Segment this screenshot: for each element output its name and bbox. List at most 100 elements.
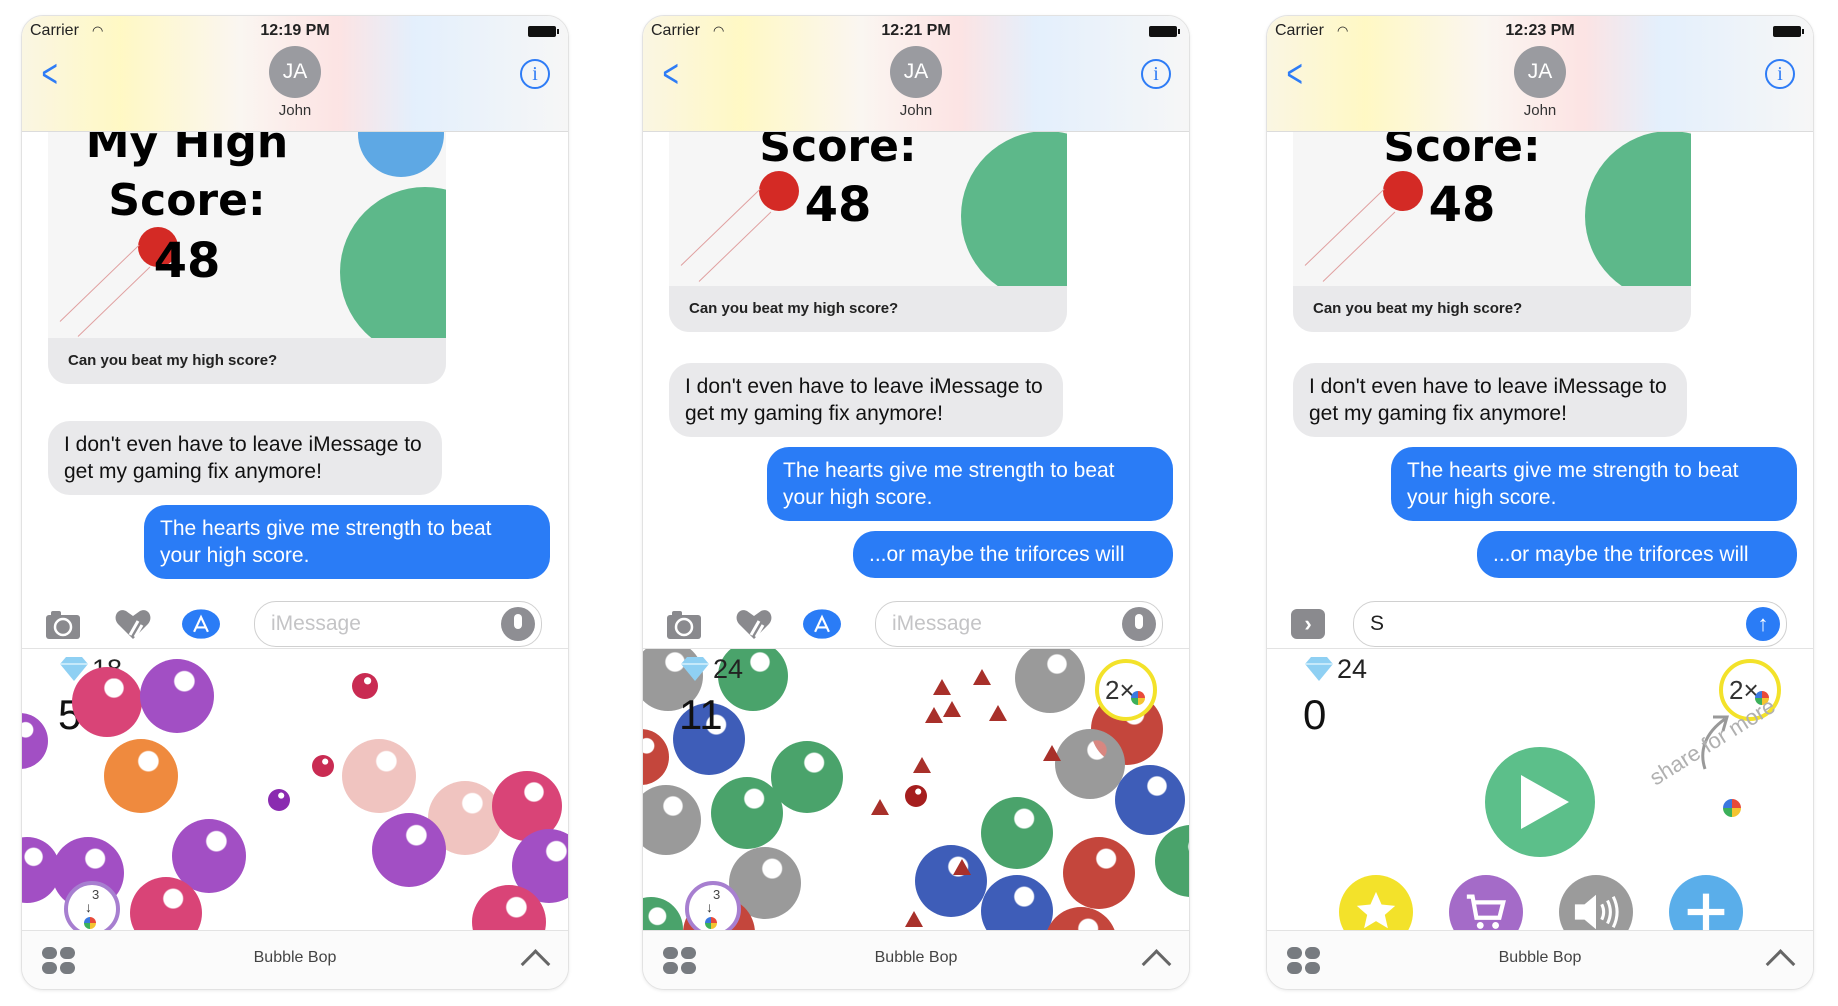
back-button[interactable]: < bbox=[1287, 54, 1303, 94]
camera-icon[interactable] bbox=[665, 607, 703, 641]
game-bubble[interactable] bbox=[140, 659, 214, 733]
received-message: I don't even have to leave iMessage to g… bbox=[48, 421, 442, 495]
imessage-input[interactable]: iMessage bbox=[254, 601, 542, 647]
imessage-placeholder: iMessage bbox=[892, 612, 982, 635]
play-button[interactable] bbox=[1485, 747, 1595, 857]
triforce-piece bbox=[925, 707, 943, 723]
small-dot[interactable] bbox=[352, 673, 378, 699]
app-name-label: Bubble Bop bbox=[874, 949, 958, 966]
app-drawer-bar: Bubble Bop bbox=[1267, 930, 1813, 989]
received-message: I don't even have to leave iMessage to g… bbox=[1293, 363, 1687, 437]
sent-message: ...or maybe the triforces will bbox=[853, 531, 1173, 578]
game-bubble[interactable] bbox=[981, 797, 1053, 869]
game-bubble[interactable] bbox=[1055, 729, 1125, 799]
triforce-piece bbox=[913, 757, 931, 773]
triforce-piece bbox=[905, 911, 923, 927]
game-bubble[interactable] bbox=[643, 729, 669, 785]
plus-icon bbox=[1687, 893, 1725, 931]
triforce-piece bbox=[933, 679, 951, 695]
triforce-piece bbox=[871, 799, 889, 815]
back-button[interactable]: < bbox=[663, 54, 679, 94]
triforce-piece bbox=[1043, 745, 1061, 761]
sent-message: The hearts give me strength to beat your… bbox=[767, 447, 1173, 521]
contact-name[interactable]: John bbox=[1267, 102, 1813, 119]
back-button[interactable]: < bbox=[42, 54, 58, 94]
share-gems-count: 3 bbox=[92, 887, 100, 902]
share-gems-badge[interactable]: 3 ↓ bbox=[685, 881, 741, 937]
share-gems-count: 3 bbox=[713, 887, 721, 902]
high-score-card[interactable]: My High Score: 48 Can you beat my high s… bbox=[48, 131, 446, 384]
camera-icon[interactable] bbox=[44, 607, 82, 641]
imessage-input[interactable]: iMessage bbox=[875, 601, 1163, 647]
status-bar: Carrier ◠ 12:19 PM bbox=[22, 22, 568, 42]
expand-apps-button[interactable]: › bbox=[1291, 609, 1325, 639]
contact-avatar[interactable]: JA bbox=[890, 46, 942, 98]
app-drawer-bar: Bubble Bop bbox=[643, 930, 1189, 989]
game-bubble[interactable] bbox=[22, 713, 48, 769]
game-bubble[interactable] bbox=[72, 667, 142, 737]
small-dot[interactable] bbox=[312, 755, 334, 777]
contact-name[interactable]: John bbox=[643, 102, 1189, 119]
contact-avatar[interactable]: JA bbox=[269, 46, 321, 98]
card-title-line-2: Score: bbox=[108, 175, 266, 226]
message-thread: Score: 48 Can you beat my high score? I … bbox=[643, 131, 1189, 601]
multiplier-label: 2× bbox=[1105, 675, 1135, 705]
compose-toolbar: › S ↑ bbox=[1267, 601, 1813, 649]
multiplier-badge[interactable]: 2× bbox=[1095, 659, 1157, 721]
sent-message: The hearts give me strength to beat your… bbox=[1391, 447, 1797, 521]
sent-message: ...or maybe the triforces will bbox=[1477, 531, 1797, 578]
digital-touch-icon[interactable] bbox=[114, 607, 152, 641]
app-name-label: Bubble Bop bbox=[253, 949, 337, 966]
game-bubble[interactable] bbox=[1063, 837, 1135, 909]
gem-count: 24 bbox=[713, 654, 744, 684]
game-area[interactable]: 24 11 2× 3 ↓ bbox=[643, 648, 1189, 947]
high-score-card[interactable]: Score: 48 Can you beat my high score? bbox=[1293, 131, 1691, 332]
digital-touch-icon[interactable] bbox=[735, 607, 773, 641]
microphone-icon[interactable] bbox=[1122, 607, 1156, 641]
compose-toolbar: iMessage bbox=[643, 601, 1189, 649]
high-score-image: Score: 48 bbox=[1293, 131, 1691, 286]
color-ball-icon bbox=[1723, 799, 1741, 817]
conversation-header: Carrier ◠ 12:21 PM < JA John i bbox=[643, 16, 1189, 132]
play-icon bbox=[1521, 775, 1569, 829]
info-button[interactable]: i bbox=[1141, 59, 1171, 89]
share-gems-badge[interactable]: 3 ↓ bbox=[64, 881, 120, 937]
game-bubble[interactable] bbox=[1115, 765, 1185, 835]
game-bubble[interactable] bbox=[1155, 825, 1189, 897]
app-name-label: Bubble Bop bbox=[1498, 949, 1582, 966]
microphone-icon[interactable] bbox=[501, 607, 535, 641]
contact-name[interactable]: John bbox=[22, 102, 568, 119]
small-dot[interactable] bbox=[905, 785, 927, 807]
send-button[interactable]: ↑ bbox=[1746, 607, 1780, 641]
game-bubble[interactable] bbox=[643, 785, 701, 855]
card-score: 48 bbox=[153, 233, 221, 289]
high-score-image: Score: 48 bbox=[669, 131, 1067, 286]
game-area[interactable]: 18 5 3 ↓ bbox=[22, 648, 568, 947]
game-bubble[interactable] bbox=[1015, 649, 1085, 713]
game-bubble[interactable] bbox=[915, 845, 987, 917]
conversation-header: Carrier ◠ 12:19 PM < JA John i bbox=[22, 16, 568, 132]
speaker-icon bbox=[1574, 894, 1619, 930]
status-bar: Carrier ◠ 12:21 PM bbox=[643, 22, 1189, 42]
app-store-icon[interactable] bbox=[182, 607, 220, 641]
card-title-line-1: My High bbox=[85, 131, 289, 168]
status-time: 12:21 PM bbox=[881, 22, 951, 39]
down-arrow-icon: ↓ bbox=[85, 899, 92, 915]
info-button[interactable]: i bbox=[1765, 59, 1795, 89]
phone-screen-3: Carrier ◠ 12:23 PM < JA John i Score: 48… bbox=[1266, 15, 1814, 990]
imessage-input[interactable]: S ↑ bbox=[1353, 601, 1787, 647]
high-score-card[interactable]: Score: 48 Can you beat my high score? bbox=[669, 131, 1067, 332]
battery-icon bbox=[528, 26, 559, 37]
app-store-icon[interactable] bbox=[803, 607, 841, 641]
game-bubble[interactable] bbox=[104, 739, 178, 813]
game-bubble[interactable] bbox=[372, 813, 446, 887]
contact-avatar[interactable]: JA bbox=[1514, 46, 1566, 98]
current-score: 11 bbox=[679, 691, 723, 738]
conversation-header: Carrier ◠ 12:23 PM < JA John i bbox=[1267, 16, 1813, 132]
game-bubble[interactable] bbox=[342, 739, 416, 813]
small-dot[interactable] bbox=[268, 789, 290, 811]
game-bubble[interactable] bbox=[771, 741, 843, 813]
imessage-placeholder: iMessage bbox=[271, 612, 361, 635]
info-button[interactable]: i bbox=[520, 59, 550, 89]
card-caption: Can you beat my high score? bbox=[1293, 286, 1691, 332]
